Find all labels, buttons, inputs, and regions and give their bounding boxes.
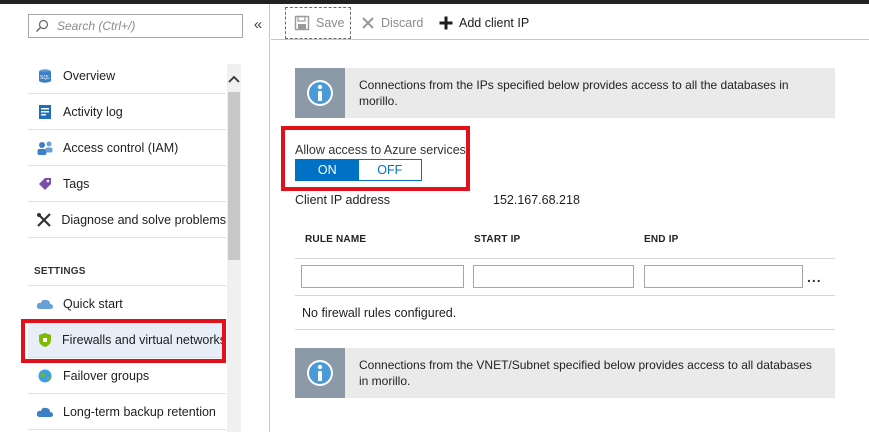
search-box[interactable] xyxy=(28,14,243,38)
toggle-on-option[interactable]: ON xyxy=(296,160,359,180)
menu-item-activity-log[interactable]: Activity log xyxy=(28,94,226,130)
menu-item-failover-groups[interactable]: Failover groups xyxy=(28,358,226,394)
svg-text:SQL: SQL xyxy=(40,75,50,81)
menu-item-label: Diagnose and solve problems xyxy=(61,212,226,227)
divider xyxy=(295,258,835,259)
sql-database-icon: SQL xyxy=(36,67,54,85)
ip-info-banner: Connections from the IPs specified below… xyxy=(295,68,835,118)
search-input[interactable] xyxy=(57,18,237,34)
discard-button[interactable]: Discard xyxy=(361,7,423,39)
save-label: Save xyxy=(316,16,345,30)
vnet-info-banner: Connections from the VNET/Subnet specifi… xyxy=(295,348,835,398)
add-client-ip-label: Add client IP xyxy=(459,16,530,30)
menu-item-diagnose[interactable]: Diagnose and solve problems xyxy=(28,202,226,238)
menu-item-label: Quick start xyxy=(63,296,123,311)
menu-item-label: Failover groups xyxy=(63,368,150,383)
shield-icon xyxy=(36,331,53,349)
more-options-icon[interactable]: ... xyxy=(807,269,822,285)
menu-item-quick-start[interactable]: Quick start xyxy=(28,286,226,322)
menu-item-label: Access control (IAM) xyxy=(63,140,179,155)
add-client-ip-button[interactable]: Add client IP xyxy=(439,7,529,39)
menu-item-label: Overview xyxy=(63,68,116,83)
divider xyxy=(295,295,835,296)
firewall-settings-pane: Save Discard Add client IP Connections f… xyxy=(271,4,869,432)
activity-log-icon xyxy=(36,103,54,121)
menu-item-tags[interactable]: Tags xyxy=(28,166,226,202)
no-rules-message: No firewall rules configured. xyxy=(302,306,457,320)
wrench-icon xyxy=(36,211,52,229)
allow-azure-services-toggle[interactable]: ON OFF xyxy=(295,159,422,181)
scroll-up-icon[interactable] xyxy=(227,70,241,88)
menu-item-label: Tags xyxy=(63,176,90,191)
menu-item-label: Firewalls and virtual networks xyxy=(62,332,226,347)
discard-label: Discard xyxy=(381,16,424,30)
column-header-start-ip: START IP xyxy=(474,234,521,245)
client-ip-label: Client IP address xyxy=(295,193,390,207)
info-banner-text: Connections from the IPs specified below… xyxy=(359,78,789,108)
collapse-sidebar-button[interactable]: « xyxy=(250,16,266,34)
info-banner-text: Connections from the VNET/Subnet specifi… xyxy=(359,358,812,388)
menu-item-label: Activity log xyxy=(63,104,123,119)
command-toolbar: Save Discard Add client IP xyxy=(271,4,869,40)
tag-icon xyxy=(36,175,54,193)
search-icon xyxy=(36,19,49,32)
menu-item-overview[interactable]: SQL Overview xyxy=(28,58,226,94)
save-icon xyxy=(294,15,310,31)
save-button[interactable]: Save xyxy=(285,7,351,39)
column-header-end-ip: END IP xyxy=(644,234,679,245)
people-icon xyxy=(36,139,54,157)
close-icon xyxy=(361,16,375,30)
start-ip-input[interactable] xyxy=(473,265,634,288)
globe-icon xyxy=(36,367,54,385)
client-ip-value: 152.167.68.218 xyxy=(493,193,580,207)
toggle-off-option[interactable]: OFF xyxy=(358,160,421,180)
sidebar-scrollbar-thumb[interactable] xyxy=(228,92,240,260)
resource-menu-sidebar: « SQL Overview Activity log Access contr… xyxy=(0,4,270,432)
menu-item-label: Long-term backup retention xyxy=(63,404,216,419)
info-icon xyxy=(295,68,345,118)
column-header-rule-name: RULE NAME xyxy=(305,234,367,245)
info-icon xyxy=(295,348,345,398)
end-ip-input[interactable] xyxy=(644,265,803,288)
plus-icon xyxy=(439,16,453,30)
settings-section-label: SETTINGS xyxy=(28,238,226,286)
rule-name-input[interactable] xyxy=(301,265,464,288)
menu-list: SQL Overview Activity log Access control… xyxy=(28,58,226,430)
cloud-icon xyxy=(36,295,54,313)
allow-azure-services-label: Allow access to Azure services xyxy=(295,143,466,157)
cloud-backup-icon xyxy=(36,403,54,421)
menu-item-backup-retention[interactable]: Long-term backup retention xyxy=(28,394,226,430)
divider xyxy=(295,329,835,330)
menu-item-firewalls[interactable]: Firewalls and virtual networks xyxy=(28,322,226,358)
menu-item-access-control[interactable]: Access control (IAM) xyxy=(28,130,226,166)
